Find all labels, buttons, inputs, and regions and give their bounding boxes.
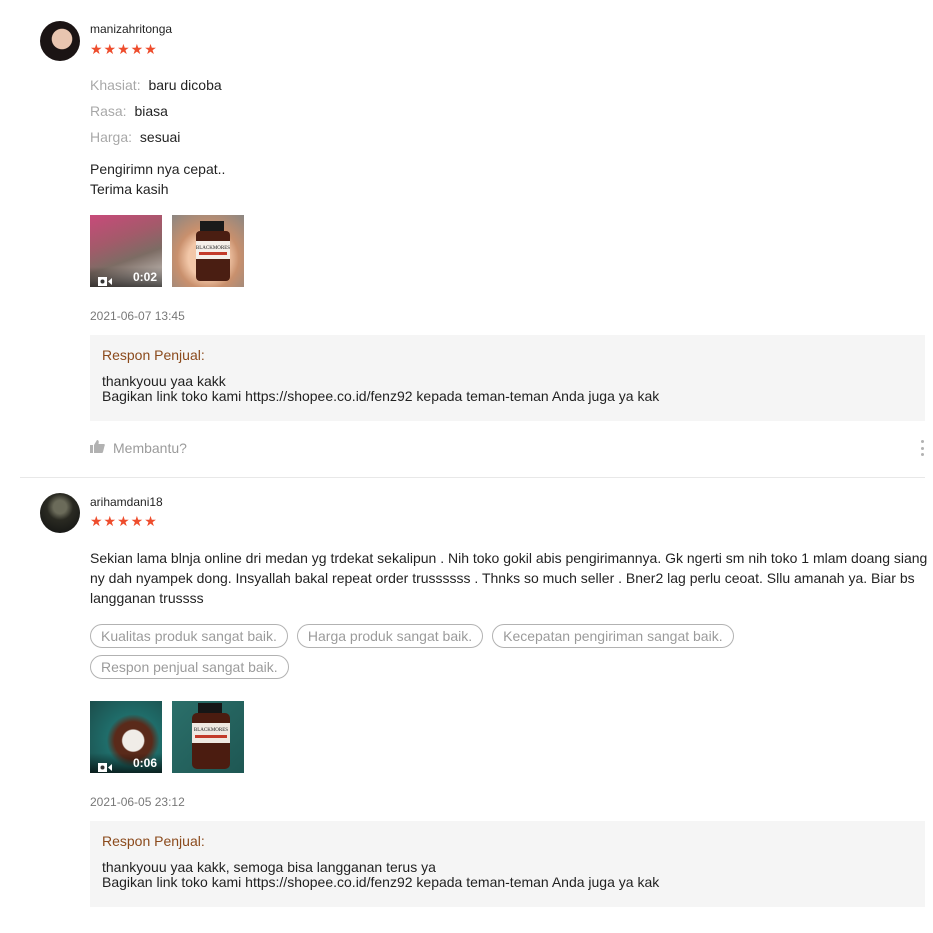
review-username[interactable]: manizahritonga (90, 22, 172, 36)
star-rating: ★★★★★ (90, 41, 158, 57)
review-tag[interactable]: Respon penjual sangat baik. (90, 655, 289, 679)
attribute-harga: Harga: sesuai (90, 129, 180, 145)
seller-response-label: Respon Penjual: (102, 347, 205, 363)
image-thumbnail[interactable]: BLACKMORES (172, 215, 244, 287)
attribute-label: Rasa: (90, 103, 127, 119)
attribute-value: sesuai (139, 129, 181, 145)
product-label: BLACKMORES (196, 246, 230, 251)
review-tag[interactable]: Kualitas produk sangat baik. (90, 624, 288, 648)
product-bottle-image: BLACKMORES (192, 703, 230, 769)
product-label: BLACKMORES (194, 728, 228, 733)
attribute-rasa: Rasa: biasa (90, 103, 168, 119)
seller-response-text: thankyouu yaa kakk, semoga bisa langgana… (102, 859, 660, 890)
video-camera-icon (98, 759, 112, 772)
review-tags: Kualitas produk sangat baik. Harga produ… (90, 624, 850, 679)
attribute-value: baru dicoba (148, 77, 222, 93)
more-vertical-icon[interactable] (919, 440, 925, 456)
seller-response: Respon Penjual: thankyouu yaa kakk Bagik… (90, 335, 925, 421)
review-item: arihamdani18 ★★★★★ Sekian lama blnja onl… (20, 478, 928, 933)
video-overlay: 0:06 (90, 753, 162, 773)
video-duration: 0:06 (132, 756, 157, 770)
avatar[interactable] (40, 493, 80, 533)
helpful-button[interactable]: Membantu? (90, 440, 187, 456)
attribute-label: Harga: (90, 129, 133, 145)
video-camera-icon (98, 273, 112, 286)
video-thumbnail[interactable]: 0:02 (90, 215, 162, 287)
seller-response: Respon Penjual: thankyouu yaa kakk, semo… (90, 821, 925, 907)
video-duration: 0:02 (132, 270, 157, 284)
review-media: 0:06 BLACKMORES (90, 701, 244, 773)
attribute-label: Khasiat: (90, 77, 141, 93)
review-timestamp: 2021-06-07 13:45 (90, 309, 185, 323)
review-media: 0:02 BLACKMORES (90, 215, 244, 287)
seller-response-label: Respon Penjual: (102, 833, 205, 849)
review-comment: Pengirimn nya cepat.. Terima kasih (90, 161, 226, 197)
review-tag[interactable]: Harga produk sangat baik. (296, 624, 484, 648)
review-comment: Sekian lama blnja online dri medan yg tr… (90, 550, 928, 606)
review-username[interactable]: arihamdani18 (90, 495, 163, 509)
thumbs-up-icon (90, 440, 105, 456)
image-thumbnail[interactable]: BLACKMORES (172, 701, 244, 773)
video-thumbnail[interactable]: 0:06 (90, 701, 162, 773)
attribute-khasiat: Khasiat: baru dicoba (90, 77, 222, 93)
product-bottle-image: BLACKMORES (196, 221, 230, 281)
helpful-label: Membantu? (113, 440, 187, 456)
star-rating: ★★★★★ (90, 513, 158, 529)
review-timestamp: 2021-06-05 23:12 (90, 795, 185, 809)
review-tag[interactable]: Kecepatan pengiriman sangat baik. (492, 624, 734, 648)
avatar[interactable] (40, 21, 80, 61)
review-item: manizahritonga ★★★★★ Khasiat: baru dicob… (20, 0, 925, 478)
attribute-value: biasa (134, 103, 168, 119)
seller-response-text: thankyouu yaa kakk Bagikan link toko kam… (102, 373, 660, 404)
video-overlay: 0:02 (90, 267, 162, 287)
